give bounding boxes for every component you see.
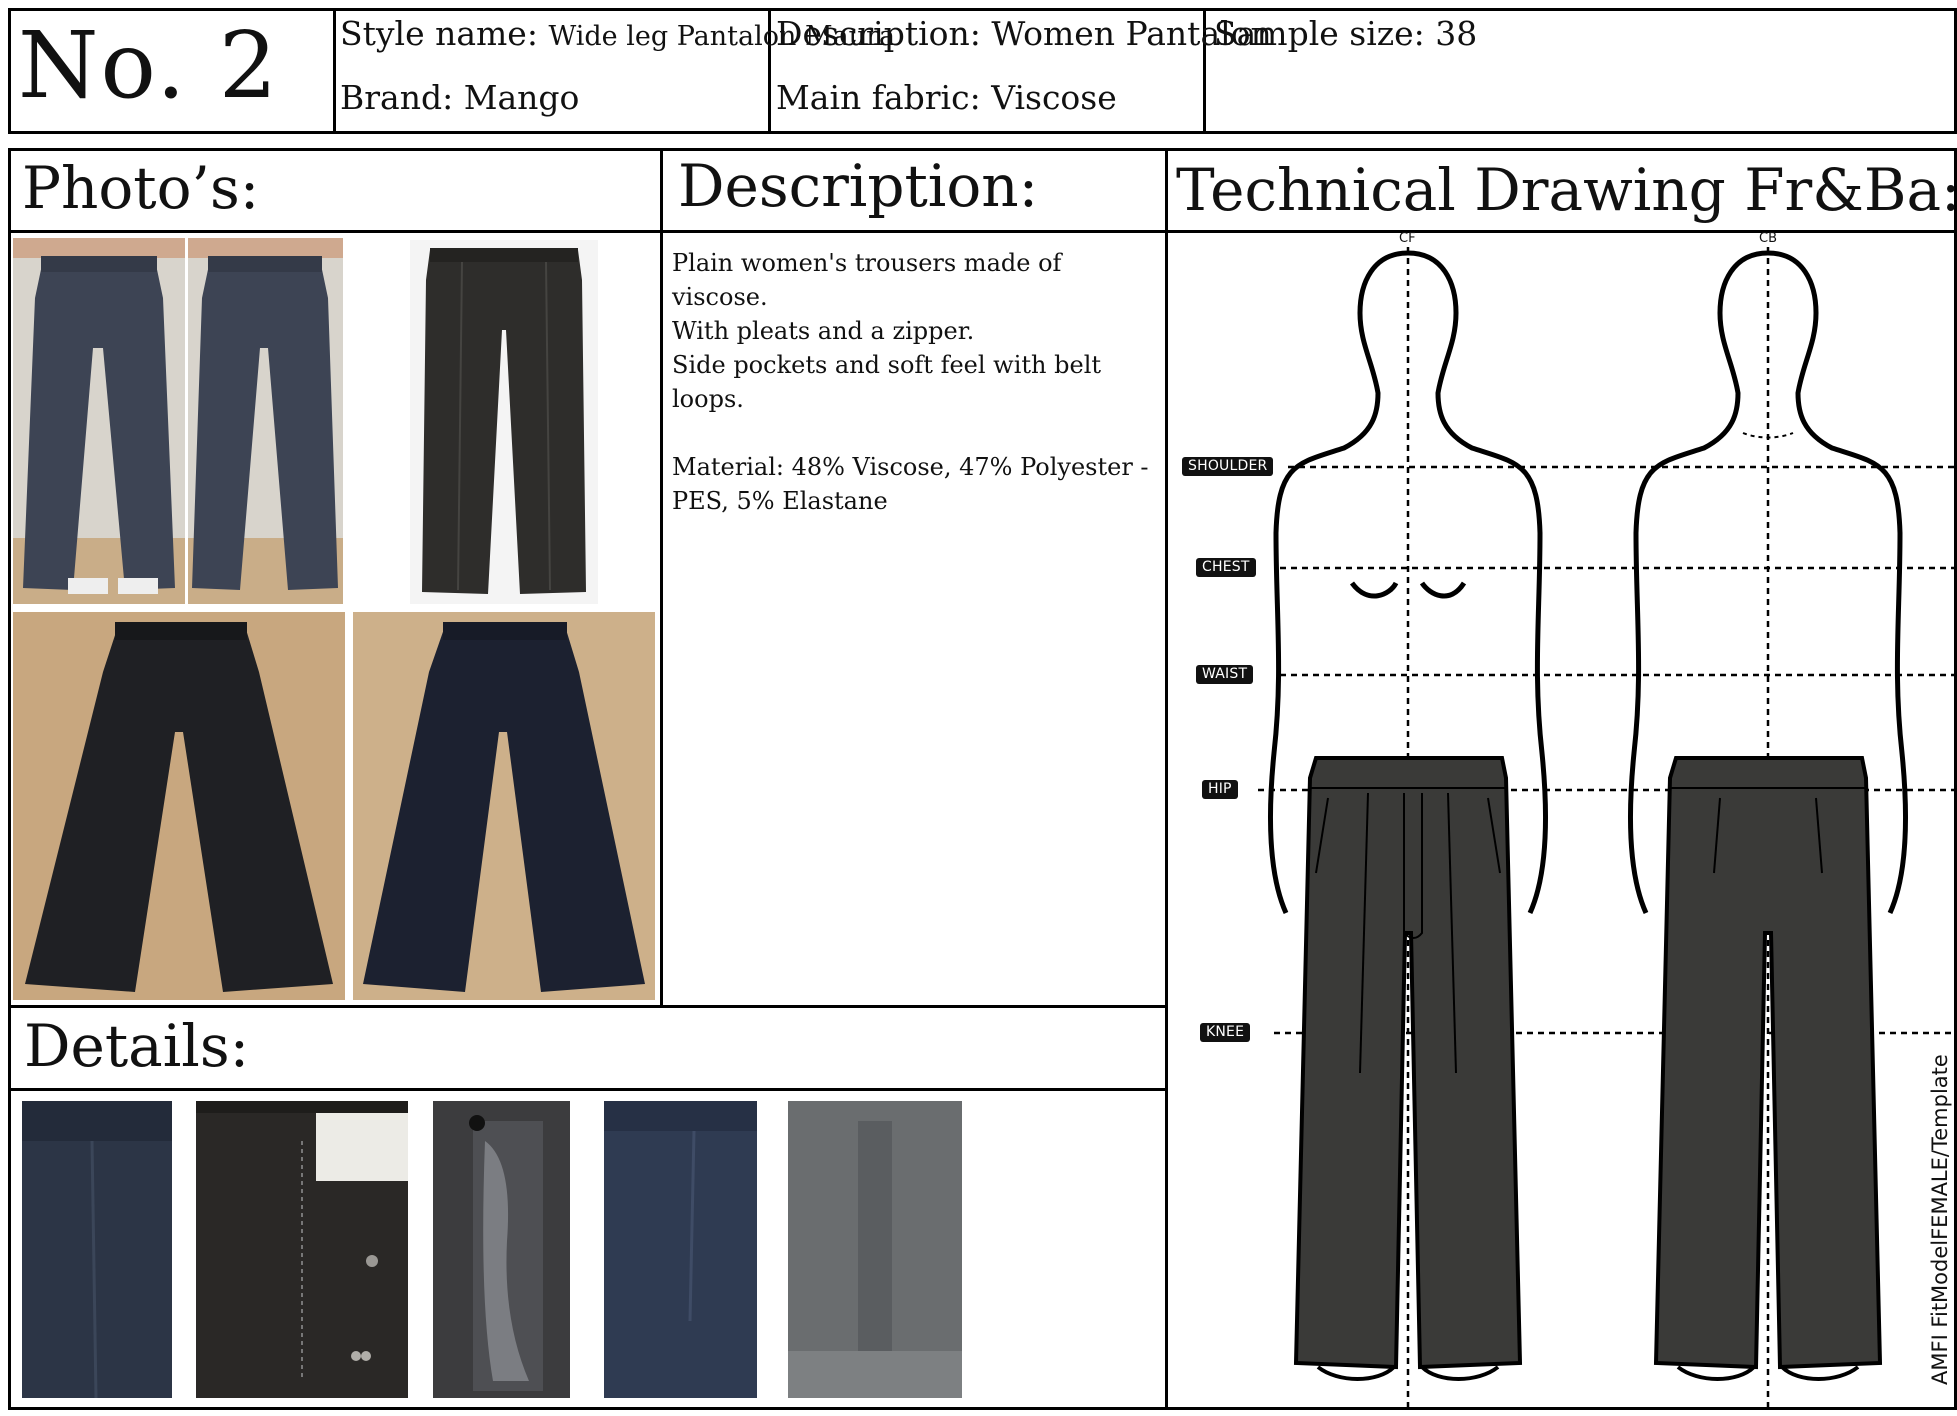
section-divider (8, 1005, 1168, 1008)
material-line: Material: 48% Viscose, 47% Polyester - (672, 453, 1149, 481)
header-divider (333, 8, 336, 134)
measure-tag-shoulder: SHOULDER (1182, 457, 1274, 476)
description-line: Plain women's trousers made of viscose. (672, 249, 1062, 311)
detail-pleat (604, 1101, 757, 1398)
description-line: Side pockets and soft feel with belt loo… (672, 351, 1102, 413)
technical-drawing-svg (1258, 247, 1957, 1410)
description-body: Plain women's trousers made of viscose. … (672, 246, 1164, 518)
measure-tag-hip: HIP (1202, 780, 1238, 799)
technical-drawing-area: CF CB SHOULDER CHEST WAIST HIP KNEE AMFI… (1168, 231, 1957, 1410)
description-header: Description: Women Pantalon (776, 14, 1272, 53)
detail-zipper (196, 1101, 408, 1398)
main-fabric: Main fabric: Viscose (776, 78, 1117, 117)
measure-tag-waist: WAIST (1196, 665, 1254, 684)
material-line: PES, 5% Elastane (672, 487, 888, 515)
section-divider (660, 148, 663, 1008)
main-fabric-value: Viscose (991, 78, 1117, 117)
details-title: Details: (24, 1012, 250, 1080)
sheet-number: No. 2 (18, 12, 280, 119)
sample-size-value: 38 (1435, 14, 1478, 53)
technical-drawing-title: Technical Drawing Fr&Ba: (1176, 156, 1957, 224)
brand: Brand: Mango (340, 78, 579, 117)
detail-belt-loop (788, 1101, 962, 1398)
description-line: With pleats and a zipper. (672, 317, 975, 345)
photo-worn-back (188, 238, 343, 604)
style-name-label: Style name: (340, 14, 538, 53)
detail-pocket-lining (433, 1101, 570, 1398)
sample-size-label: Sample size: (1214, 14, 1425, 53)
main-fabric-label: Main fabric: (776, 78, 981, 117)
section-divider (8, 1088, 1168, 1091)
photos-title: Photo’s: (22, 154, 260, 222)
photo-worn-front (13, 238, 185, 604)
description-spacer (672, 416, 1164, 450)
measure-tag-chest: CHEST (1196, 558, 1256, 577)
brand-value: Mango (463, 78, 580, 117)
description-title: Description: (678, 152, 1039, 220)
detail-waistband (22, 1101, 172, 1398)
center-back-label: CB (1759, 231, 1777, 246)
photo-product-flat (410, 240, 598, 604)
photo-flat-back (353, 612, 655, 1000)
center-front-label: CF (1399, 231, 1416, 246)
description-header-label: Description: (776, 14, 981, 53)
brand-label: Brand: (340, 78, 454, 117)
measure-tag-knee: KNEE (1200, 1023, 1251, 1042)
photo-flat-front (13, 612, 345, 1000)
sample-size: Sample size: 38 (1214, 14, 1477, 53)
template-credit: AMFI FitModelFEMALE/Template (1928, 1054, 1952, 1385)
